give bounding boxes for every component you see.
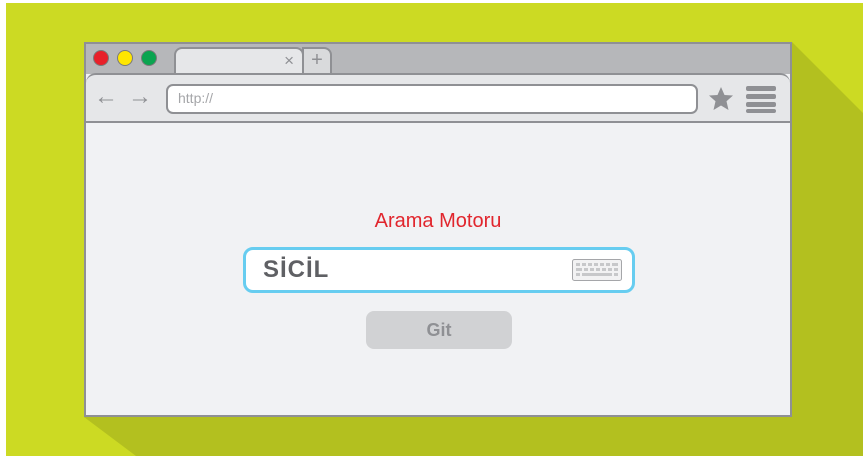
- address-placeholder: http://: [178, 90, 214, 106]
- menu-line: [746, 102, 776, 107]
- close-tab-icon[interactable]: ×: [284, 51, 294, 71]
- browser-window: × + ← → http:// Arama Motoru SİCİL Git: [84, 42, 792, 417]
- browser-tab[interactable]: ×: [174, 47, 304, 75]
- navigation-bar: ← → http://: [86, 73, 790, 123]
- menu-line: [746, 86, 776, 91]
- forward-arrow-icon[interactable]: →: [128, 83, 152, 111]
- back-arrow-icon[interactable]: ←: [94, 83, 118, 111]
- search-input[interactable]: SİCİL: [243, 247, 635, 293]
- search-button[interactable]: Git: [366, 311, 512, 349]
- search-input-value: SİCİL: [263, 256, 330, 283]
- minimize-window-button[interactable]: [117, 50, 133, 66]
- search-engine-title: Arama Motoru: [374, 210, 502, 232]
- tab-bar: × +: [86, 44, 790, 75]
- address-bar[interactable]: http://: [166, 84, 698, 114]
- close-window-button[interactable]: [93, 50, 109, 66]
- hamburger-menu-icon[interactable]: [744, 85, 778, 113]
- star-icon[interactable]: [707, 85, 735, 113]
- menu-line: [746, 109, 776, 113]
- menu-line: [746, 94, 776, 99]
- maximize-window-button[interactable]: [141, 50, 157, 66]
- keyboard-icon[interactable]: [572, 259, 622, 281]
- new-tab-button[interactable]: +: [302, 47, 332, 73]
